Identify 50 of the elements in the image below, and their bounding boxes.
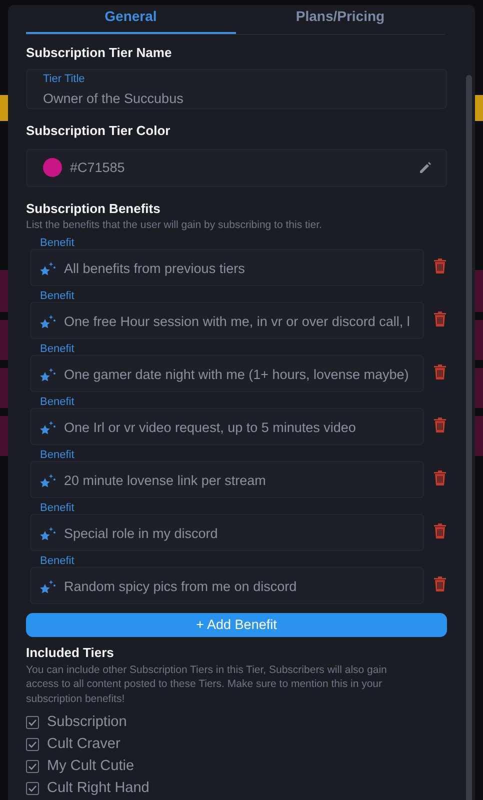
field-label: Benefit (39, 344, 76, 356)
benefit-text: 20 minute lovense link per stream (64, 472, 266, 490)
text-field[interactable]: Tier Title Owner of the Succubus (26, 69, 447, 110)
tab[interactable]: Plans/Pricing (236, 5, 445, 34)
benefit-text: Random spicy pics from me on discord (64, 578, 297, 596)
field-label: Benefit (39, 503, 76, 514)
delete-icon[interactable] (433, 364, 447, 380)
field-label: Benefit (39, 450, 76, 462)
benefit-field[interactable]: 20 minute lovense link per stream (30, 461, 424, 498)
delete-icon[interactable] (433, 258, 447, 274)
checkbox-label: Cult Right Hand (47, 780, 150, 797)
benefit-text: One gamer date night with me (1+ hours, lovense maybe) (64, 366, 409, 384)
color-value: #C71585 (70, 158, 125, 177)
checkbox[interactable] (26, 782, 39, 796)
checkbox[interactable] (26, 760, 39, 774)
field-label: Benefit (39, 238, 76, 250)
section-hint: List the benefits that the user will gain by subscribing to this tier. (26, 218, 323, 233)
color-field[interactable]: #C71585 (26, 148, 447, 187)
tab[interactable]: General (26, 5, 236, 34)
checkbox[interactable] (26, 738, 39, 752)
edit-icon[interactable] (418, 160, 432, 175)
section-heading: Subscription Tier Color (26, 122, 172, 140)
section-heading: Included Tiers (26, 644, 115, 662)
delete-icon[interactable] (433, 470, 447, 486)
add-benefit-button[interactable]: + Add Benefit (26, 612, 447, 638)
benefit-field[interactable]: One gamer date night with me (1+ hours, lovense maybe) (30, 355, 424, 392)
delete-icon[interactable] (433, 576, 447, 592)
benefit-field[interactable]: One free Hour session with me, in vr or over discord call, l (30, 302, 424, 340)
benefit-text: Special role in my discord (64, 525, 218, 544)
checkbox[interactable] (26, 716, 39, 730)
scrollbar[interactable] (466, 75, 472, 800)
benefit-field[interactable]: Special role in my discord (30, 514, 424, 552)
checkbox-label: Subscription (47, 714, 127, 731)
benefit-field[interactable]: One Irl or vr video request, up to 5 minutes video (30, 408, 424, 446)
section-heading: Subscription Tier Name (26, 44, 173, 62)
checkbox-label: My Cult Cutie (47, 758, 134, 775)
benefit-text: One Irl or vr video request, up to 5 minutes video (64, 419, 356, 438)
delete-icon[interactable] (433, 311, 447, 328)
checkbox-label: Cult Craver (47, 736, 120, 753)
field-label: Benefit (39, 556, 76, 568)
section-heading: Subscription Benefits (26, 200, 162, 218)
field-label: Benefit (39, 291, 76, 302)
section-hint: You can include other Subscription Tiers in this Tier, Subscribers will also gain access to all content posted to these Tiers. Make sure to mention this in your subscription benefits! (26, 662, 388, 707)
benefit-text: All benefits from previous tiers (64, 260, 245, 278)
delete-icon[interactable] (433, 523, 447, 540)
benefit-text: One free Hour session with me, in vr or over discord call, l (64, 313, 410, 332)
benefit-field[interactable]: Random spicy pics from me on discord (30, 567, 424, 604)
field-label: Benefit (39, 397, 76, 408)
benefit-field[interactable]: All benefits from previous tiers (30, 249, 424, 286)
delete-icon[interactable] (433, 417, 447, 434)
